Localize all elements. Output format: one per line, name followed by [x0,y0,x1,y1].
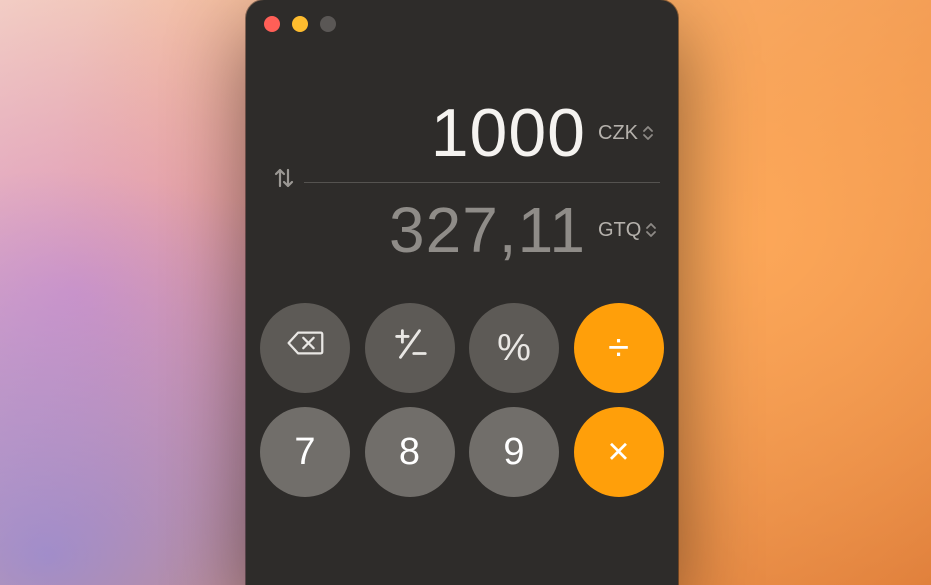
calculator-window: 1000 CZK 327,11 GTQ [246,0,678,585]
to-amount: 327,11 [389,193,586,267]
to-row: 327,11 GTQ [304,187,660,273]
nine-key[interactable]: 9 [469,407,559,497]
negate-key[interactable] [365,303,455,393]
keypad: % ÷ 7 8 9 × [246,291,678,497]
from-row: 1000 CZK [304,88,660,178]
up-down-chevron-icon [642,125,654,141]
window-maximize-button-disabled [320,16,336,32]
window-titlebar [246,0,678,48]
backspace-icon [286,324,324,372]
from-amount: 1000 [431,94,586,172]
backspace-key[interactable] [260,303,350,393]
seven-key[interactable]: 7 [260,407,350,497]
up-down-chevron-icon [645,222,657,238]
plus-minus-icon [391,325,429,372]
window-close-button[interactable] [264,16,280,32]
multiply-key[interactable]: × [574,407,664,497]
divide-key[interactable]: ÷ [574,303,664,393]
percent-key[interactable]: % [469,303,559,393]
conversion-display: 1000 CZK 327,11 GTQ [246,48,678,291]
window-minimize-button[interactable] [292,16,308,32]
eight-key[interactable]: 8 [365,407,455,497]
from-currency-selector[interactable]: CZK [598,122,660,145]
swap-currencies-icon[interactable] [272,166,296,195]
to-currency-code: GTQ [598,219,641,242]
display-divider [304,182,660,183]
from-currency-code: CZK [598,122,638,145]
to-currency-selector[interactable]: GTQ [598,219,660,242]
